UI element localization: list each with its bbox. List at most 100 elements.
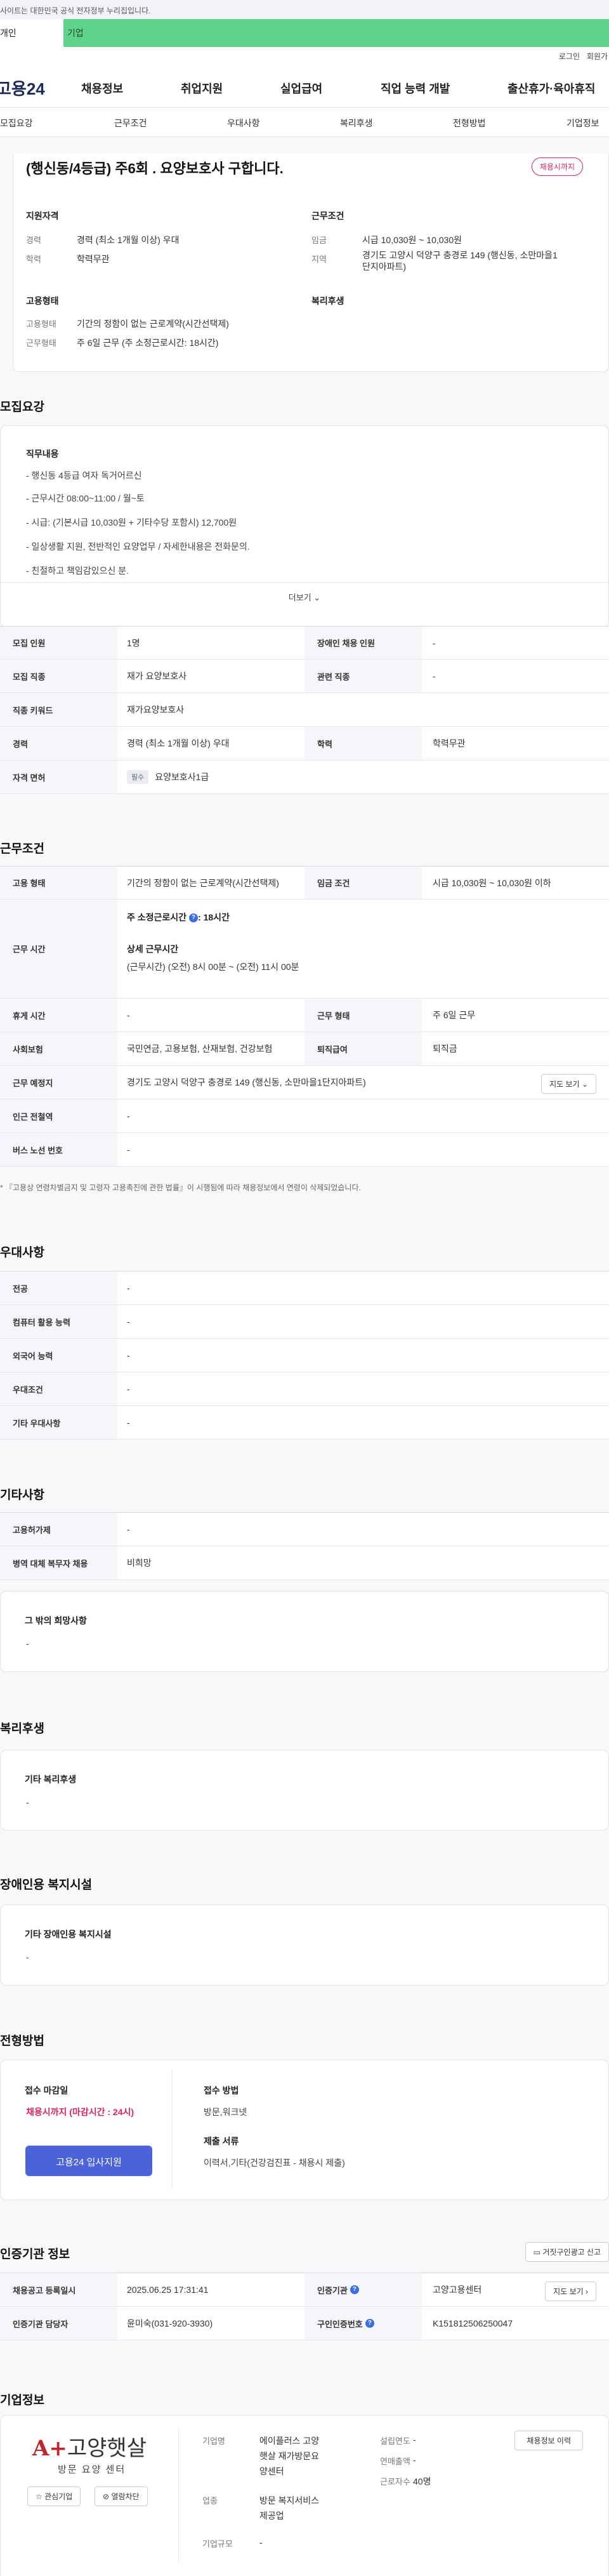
cert-map-button[interactable]: 지도 보기 ›: [545, 2281, 596, 2301]
work-type-value: 주 6일 근무 (주 소정근로시간: 18시간): [77, 338, 219, 348]
work-type-key: 근무형태: [26, 338, 56, 348]
industry-line1: 방문 복지서비스: [259, 2495, 320, 2506]
table-header: 사회보험: [0, 1032, 117, 1065]
table-cell: -: [127, 1417, 130, 1428]
table-cell: -: [433, 671, 436, 681]
table-header: 외국어 능력: [0, 1339, 117, 1372]
map-button[interactable]: 지도 보기 ⌄: [541, 1074, 596, 1094]
table-header: 기타 우대사항: [0, 1406, 117, 1439]
tab-personal[interactable]: 개인: [0, 19, 63, 47]
table-header: 인증기관?: [304, 2273, 422, 2306]
etc-other-card: 그 밖의 희망사항 -: [0, 1591, 609, 1672]
gnb-parental-leave[interactable]: 출산휴가·육아휴직: [508, 80, 595, 96]
duty-line: - 행신동 4등급 여자 독거어르신: [26, 470, 142, 481]
table-header: 병역 대체 복무자 채용: [0, 1546, 117, 1579]
gnb-employment-support[interactable]: 취업지원: [181, 80, 223, 96]
table-cell: 경기도 고양시 덕양구 충경로 149 (행신동, 소만마을1단지아파트): [127, 1077, 366, 1087]
report-fake-ad-button[interactable]: ▭ 거짓구인광고 신고: [525, 2242, 609, 2262]
table-cell: -: [127, 1350, 130, 1360]
info-icon[interactable]: ?: [189, 913, 199, 923]
anchor-preferences[interactable]: 우대사항: [227, 117, 260, 129]
table-row: 직종 키워드 재가요양보호사: [0, 693, 609, 727]
table-row: 우대조건 -: [0, 1372, 609, 1406]
table-row: 경력 경력 (최소 1개월 이상) 우대 학력 학력무관: [0, 727, 609, 760]
divider: [178, 2428, 179, 2563]
site-logo[interactable]: 고용24: [0, 76, 45, 100]
table-row: 자격 면허 필수 요양보호사1급: [0, 760, 609, 794]
company-name-key: 기업명: [202, 2436, 225, 2446]
deadline-value: 채용시까지 (마감시간 : 24시): [26, 2107, 134, 2117]
scale-value: -: [259, 2537, 263, 2547]
duty-line: - 시급: (기본시급 10,030원 + 기타수당 포함시) 12,700원: [26, 517, 237, 528]
more-label: 더보기: [288, 593, 311, 602]
apply-button-label: 고용24 입사지원: [56, 2157, 122, 2168]
weekly-hours-value: : 18시간: [198, 912, 230, 922]
table-cell: 재가요양보호사: [127, 705, 185, 715]
more-button[interactable]: 더보기 ⌄: [1, 582, 608, 607]
gnb-unemployment-benefit[interactable]: 실업급여: [280, 80, 322, 96]
table-header: 자격 면허: [0, 760, 117, 793]
job-history-button[interactable]: 채용정보 이력: [514, 2431, 583, 2450]
required-tag: 필수: [127, 770, 149, 784]
conditions-label: 근무조건: [311, 211, 344, 221]
table-cell: 퇴직금: [433, 1044, 457, 1054]
join-link[interactable]: 회원가: [587, 51, 608, 62]
report-label: 거짓구인광고 신고: [542, 2248, 601, 2257]
global-nav: 고용24 채용정보 취업지원 실업급여 직업 능력 개발 출산휴가·육아휴직: [0, 63, 609, 108]
company-logo: A+고양햇살: [32, 2431, 147, 2462]
table-cell: -: [127, 1010, 130, 1020]
table-header: 버스 노선 번호: [0, 1133, 117, 1166]
disability-other-value: -: [26, 1952, 29, 1962]
wage-key: 임금: [311, 236, 327, 245]
table-cell: -: [127, 1111, 130, 1121]
wage-value: 시급 10,030원 ~ 10,030원: [362, 235, 462, 245]
disability-card: 기타 장애인용 복지시설 -: [0, 1904, 609, 1986]
gnb-jobs[interactable]: 채용정보: [81, 80, 123, 96]
table-header: 휴게 시간: [0, 999, 117, 1032]
company-card: A+고양햇살 방문 요양 센터 ☆ 관심기업 ⊘ 열람차단 기업명 에이플러스 …: [0, 2415, 609, 2576]
other-wishes-value: -: [26, 1638, 29, 1649]
table-header: 모집 인원: [0, 627, 117, 659]
anchor-conditions[interactable]: 근무조건: [114, 117, 147, 129]
table-header: 고용 형태: [0, 866, 117, 899]
table-cell: 경력 (최소 1개월 이상) 우대: [127, 738, 230, 748]
chevron-down-icon: ⌄: [581, 1080, 588, 1089]
table-cell: 국민연금, 고용보험, 산재보험, 건강보험: [127, 1044, 273, 1054]
welfare-other-label: 기타 복리후생: [25, 1774, 77, 1784]
chevron-down-icon: ⌄: [313, 593, 321, 602]
sales-value: -: [413, 2455, 416, 2465]
anchor-company[interactable]: 기업정보: [566, 117, 599, 129]
login-link[interactable]: 로그인: [559, 51, 580, 62]
info-icon[interactable]: ?: [365, 2319, 374, 2328]
table-cell: 시급 10,030원 ~ 10,030원 이하: [433, 877, 551, 888]
table-cell: 2025.06.25 17:31:41: [127, 2285, 209, 2295]
anchor-welfare[interactable]: 복리후생: [340, 117, 373, 129]
info-icon[interactable]: ?: [350, 2285, 359, 2294]
region-key: 지역: [311, 255, 327, 264]
tab-company[interactable]: 기업: [63, 19, 609, 47]
apply-button[interactable]: 고용24 입사지원: [25, 2146, 152, 2176]
table-row: 전공 -: [0, 1271, 609, 1305]
gnb-vocational-training[interactable]: 직업 능력 개발: [381, 80, 450, 96]
chevron-right-icon: ›: [586, 2287, 588, 2296]
table-row: 근무 예정지 경기도 고양시 덕양구 충경로 149 (행신동, 소만마을1단지…: [0, 1066, 609, 1099]
gov-banner: 사이트는 대한민국 공식 전자정부 누리집입니다.: [0, 0, 609, 19]
block-view-button[interactable]: ⊘ 열람차단: [95, 2486, 148, 2506]
table-row: 인근 전철역 -: [0, 1099, 609, 1133]
block-icon: ⊘: [103, 2492, 110, 2501]
gov-banner-text: 사이트는 대한민국 공식 전자정부 누리집입니다.: [0, 6, 151, 15]
table-cell: -: [127, 1283, 130, 1293]
recruit-table: 모집 인원 1명 장애인 채용 인원 - 모집 직종 재가 요양보호사 관련 직…: [0, 626, 609, 794]
table-header: 학력: [304, 727, 422, 760]
section-title-company: 기업정보: [0, 2394, 44, 2407]
employees-key: 근로자수: [380, 2477, 410, 2486]
table-row: 기타 우대사항 -: [0, 1406, 609, 1440]
anchor-selection[interactable]: 전형방법: [453, 117, 486, 129]
employment-type-value: 기간의 정함이 없는 근로계약(시간선택제): [77, 319, 229, 329]
star-icon: ☆: [36, 2492, 43, 2501]
table-cell: -: [127, 1524, 130, 1534]
company-name-line3: 양센터: [259, 2466, 284, 2476]
anchor-recruit[interactable]: 모집요강: [0, 117, 33, 129]
utility-bar: 로그인 회원가: [0, 47, 609, 63]
favorite-company-button[interactable]: ☆ 관심기업: [27, 2486, 81, 2506]
